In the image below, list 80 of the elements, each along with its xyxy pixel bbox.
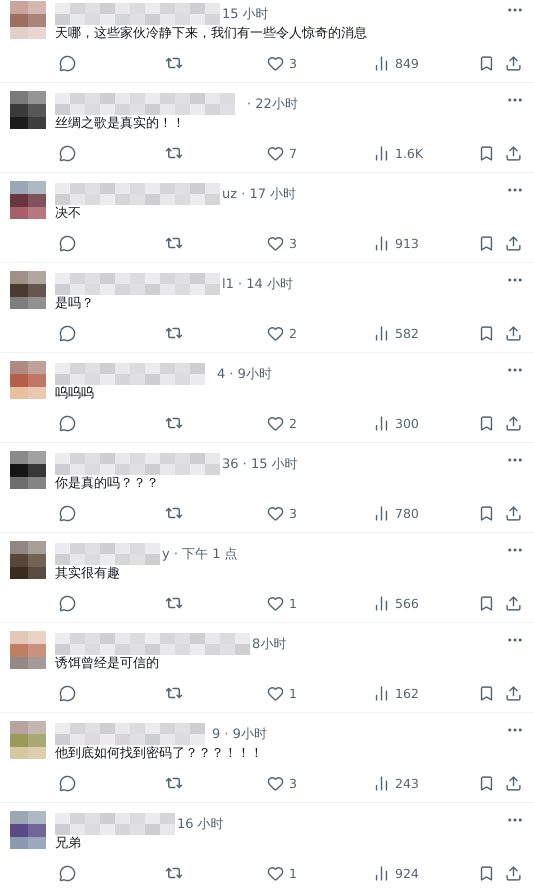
reply-meta: 8小时	[252, 636, 286, 653]
like-button[interactable]: 3	[267, 503, 297, 523]
reply-card[interactable]: 9 · 9小时 他到底如何找到密码了？？？！！！ 3 243	[0, 713, 534, 803]
like-button[interactable]: 3	[267, 233, 297, 253]
heart-icon	[267, 594, 284, 612]
reply-card[interactable]: y · 下午 1 点 其实很有趣 1 566	[0, 533, 534, 623]
reply-card[interactable]: 8小时 诱饵曾经是可信的 1 162	[0, 623, 534, 713]
reply-card[interactable]: 15 小时 天哪，这些家伙冷静下来，我们有一些令人惊奇的消息 3 849	[0, 0, 534, 83]
views-button[interactable]: 582	[373, 323, 419, 343]
reply-text: 兄弟	[55, 835, 82, 853]
bar-chart-icon	[373, 504, 390, 522]
reply-button[interactable]	[59, 143, 76, 163]
reply-button[interactable]	[59, 233, 76, 253]
reply-button[interactable]	[59, 53, 76, 73]
reply-text: 诱饵曾经是可信的	[55, 655, 160, 673]
reply-card[interactable]: uz · 17 小时 决不 3 913	[0, 173, 534, 263]
like-button[interactable]: 1	[267, 863, 297, 883]
bar-chart-icon	[373, 414, 390, 432]
like-button[interactable]: 2	[267, 413, 297, 433]
views-button[interactable]: 566	[373, 593, 419, 613]
views-button[interactable]: 243	[373, 773, 419, 793]
reply-text: 呜呜呜	[55, 385, 95, 403]
views-button[interactable]: 1.6K	[373, 143, 424, 163]
reply-text: 丝绸之歌是真实的！！	[55, 115, 186, 133]
heart-icon	[267, 54, 284, 72]
reply-card[interactable]: 4 · 9小时 呜呜呜 2 300	[0, 353, 534, 443]
heart-icon	[267, 774, 284, 792]
heart-icon	[267, 684, 284, 702]
reply-meta: l1 · 14 小时	[222, 276, 293, 293]
views-button[interactable]: 849	[373, 53, 419, 73]
heart-icon	[267, 144, 284, 162]
reply-button[interactable]	[59, 683, 76, 703]
reply-button[interactable]	[59, 773, 76, 793]
reply-meta: y · 下午 1 点	[162, 546, 238, 563]
heart-icon	[267, 504, 284, 522]
reply-text: 其实很有趣	[55, 565, 121, 583]
bar-chart-icon	[373, 684, 390, 702]
reply-card[interactable]: · 22小时 丝绸之歌是真实的！！ 7 1.6K	[0, 83, 534, 173]
reply-meta: · 22小时	[247, 96, 298, 113]
reply-button[interactable]	[59, 863, 76, 883]
heart-icon	[267, 864, 284, 882]
like-button[interactable]: 1	[267, 683, 297, 703]
views-button[interactable]: 913	[373, 233, 419, 253]
views-button[interactable]: 162	[373, 683, 419, 703]
bar-chart-icon	[373, 234, 390, 252]
reply-text: 是吗？	[55, 295, 95, 313]
bar-chart-icon	[373, 774, 390, 792]
views-button[interactable]: 300	[373, 413, 419, 433]
bar-chart-icon	[373, 144, 390, 162]
reply-text: 他到底如何找到密码了？？？！！！	[55, 745, 264, 763]
reply-button[interactable]	[59, 503, 76, 523]
reply-meta: 36 · 15 小时	[222, 456, 298, 473]
reply-meta: 4 · 9小时	[217, 366, 272, 383]
reply-text: 天哪，这些家伙冷静下来，我们有一些令人惊奇的消息	[55, 25, 368, 43]
like-button[interactable]: 1	[267, 593, 297, 613]
heart-icon	[267, 414, 284, 432]
views-button[interactable]: 924	[373, 863, 419, 883]
like-button[interactable]: 3	[267, 773, 297, 793]
reply-meta: uz · 17 小时	[222, 186, 296, 203]
reply-text: 决不	[55, 205, 82, 223]
like-button[interactable]: 3	[267, 53, 297, 73]
heart-icon	[267, 324, 284, 342]
reply-text: 你是真的吗？？？	[55, 475, 160, 493]
bar-chart-icon	[373, 594, 390, 612]
heart-icon	[267, 234, 284, 252]
reply-meta: 15 小时	[222, 6, 269, 23]
bar-chart-icon	[373, 54, 390, 72]
reply-card[interactable]: 16 小时 兄弟 1 924	[0, 803, 534, 890]
views-button[interactable]: 780	[373, 503, 419, 523]
like-button[interactable]: 7	[267, 143, 297, 163]
reply-meta: 9 · 9小时	[212, 726, 267, 743]
reply-meta: 16 小时	[177, 816, 224, 833]
reply-button[interactable]	[59, 413, 76, 433]
reply-card[interactable]: 36 · 15 小时 你是真的吗？？？ 3 780	[0, 443, 534, 533]
bar-chart-icon	[373, 324, 390, 342]
like-button[interactable]: 2	[267, 323, 297, 343]
bar-chart-icon	[373, 864, 390, 882]
reply-button[interactable]	[59, 593, 76, 613]
reply-card[interactable]: l1 · 14 小时 是吗？ 2 582	[0, 263, 534, 353]
reply-button[interactable]	[59, 323, 76, 343]
